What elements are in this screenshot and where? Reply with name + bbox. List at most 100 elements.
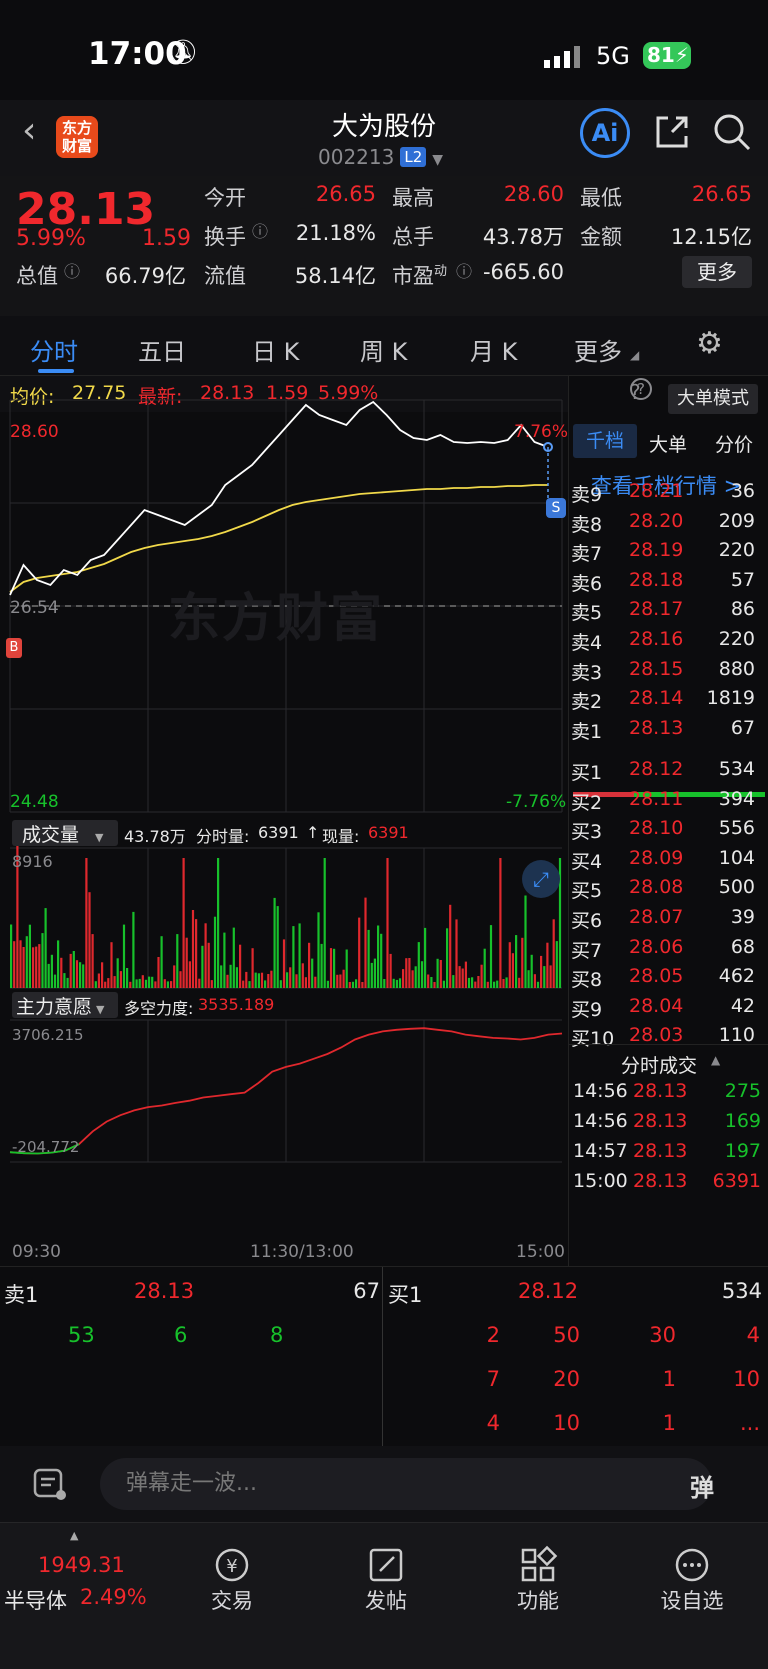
volume-bar [402,969,405,988]
bid-row[interactable]: 买4 28.09 104 [569,843,768,873]
volume-bar [298,923,301,988]
bid-volume: 500 [718,876,755,899]
bid-row[interactable]: 买1 28.12 534 [569,754,768,784]
ask-row[interactable]: 卖9 28.21 36 [569,476,768,506]
pe-info-icon[interactable]: ⓘ [456,258,472,282]
ask-price: 28.20 [629,509,684,532]
stock-code: 002213 [318,145,395,169]
bid-row[interactable]: 买6 28.07 39 [569,902,768,932]
search-icon[interactable] [712,112,752,156]
bid-price: 28.09 [629,846,684,869]
price-line [9,400,549,596]
nav-functions[interactable]: 功能 [488,1585,588,1615]
volume-bar [220,965,223,988]
tab-more[interactable]: 更多 [574,332,622,367]
volume-bar [257,973,260,988]
volume-bar [113,976,116,988]
volume-bar [151,976,154,988]
bid-row[interactable]: 买2 28.11 394 [569,784,768,814]
index-value[interactable]: 1949.31 [38,1553,125,1577]
info-icon[interactable]: ⓘ [64,258,80,282]
tab-month-k[interactable]: 月 K [470,332,517,367]
side-tab-thousand[interactable]: 千档 [573,424,637,458]
volume-bar [119,971,122,988]
corner-arrow-icon: ◢ [630,348,640,362]
ask-row[interactable]: 卖4 28.16 220 [569,624,768,654]
tab-week-k[interactable]: 周 K [360,332,407,367]
nav-post[interactable]: 发帖 [336,1585,436,1615]
ask-level-label: 卖8 [571,513,603,536]
volume-bar [282,939,286,988]
bid-row[interactable]: 买9 28.04 42 [569,991,768,1021]
ask-volume: 86 [730,598,755,621]
post-icon[interactable] [336,1545,436,1589]
functions-icon[interactable] [488,1545,588,1589]
tab-five-day[interactable]: 五日 [138,332,186,367]
ai-icon[interactable]: Ai [580,108,630,158]
ask-row[interactable]: 卖3 28.15 880 [569,654,768,684]
stock-code-row[interactable]: 002213 L2 ▼ [318,145,443,169]
watchlist-icon[interactable] [642,1545,742,1589]
ask-row[interactable]: 卖6 28.18 57 [569,565,768,595]
chevron-down-icon: ▼ [432,152,444,168]
bid-row[interactable]: 买7 28.06 68 [569,932,768,962]
volume-bar [317,912,320,988]
ask-row[interactable]: 卖8 28.20 209 [569,506,768,536]
nav-add-watchlist[interactable]: 设自选 [642,1585,742,1615]
sell-marker[interactable]: S [546,498,566,518]
ask-row[interactable]: 卖7 28.19 220 [569,535,768,565]
volume-bar [97,973,100,988]
volume-bar [373,958,376,988]
danmu-list-icon[interactable] [32,1466,68,1506]
ask-price: 28.16 [629,628,684,650]
nav-trade[interactable]: 交易 [182,1585,282,1615]
volume-bar [35,946,38,988]
ticks-header[interactable]: 分时成交 ▲ [569,1044,768,1077]
bottom-nav: ▲ 1949.31 半导体 2.49% ¥ 交易 发帖 功能 设自选 [0,1522,768,1669]
volume-bar [552,919,555,988]
ask-row[interactable]: 卖5 28.17 86 [569,594,768,625]
volume-bar [493,981,496,988]
index-pct[interactable]: 2.49% [80,1585,147,1609]
volume-bar [411,970,414,988]
volume-bar [101,962,104,988]
volume-bar [511,953,514,988]
trade-icon[interactable]: ¥ [182,1545,282,1589]
volume-bar [154,981,157,988]
index-name[interactable]: 半导体 [4,1585,67,1615]
volume-label: 总手 [392,225,434,249]
time-axis-mid: 11:30/13:00 [250,1242,354,1262]
volume-bar [392,978,395,988]
force-selector[interactable]: 主力意愿 ▼ [12,992,118,1018]
ask-level-label: 卖1 [571,720,603,743]
ask-price: 28.21 [629,480,684,502]
volume-bar [389,953,392,988]
bid-row[interactable]: 买8 28.05 462 [569,961,768,991]
bid-row[interactable]: 买3 28.10 556 [569,813,768,843]
ask-level-label: 卖5 [571,602,603,625]
volume-bar [32,947,35,988]
volume-bar [254,972,257,988]
side-tab-big[interactable]: 大单 [649,430,687,457]
volume-bar [471,977,474,988]
ask-row[interactable]: 卖1 28.13 67 [569,713,768,743]
ask-row[interactable]: 卖2 28.14 1819 [569,683,768,713]
share-icon[interactable] [652,112,692,156]
volume-selector[interactable]: 成交量 ▼ [12,820,118,846]
ask-volume: 1819 [706,687,755,710]
tab-day-k[interactable]: 日 K [252,332,299,367]
expand-icon[interactable]: ⤢ [522,860,560,898]
side-tab-price[interactable]: 分价 [715,430,753,457]
tab-intraday[interactable]: 分时 [30,332,78,367]
danmu-input[interactable]: 弹幕走一波... [100,1458,712,1510]
settings-icon[interactable]: ⚙︎ [696,326,723,361]
bid-row[interactable]: 买5 28.08 500 [569,872,768,902]
force-value: 3535.189 [198,995,275,1014]
danmu-toggle-icon[interactable]: 弹 [690,1468,714,1503]
volume-bar [75,960,79,988]
tick-time: 14:56 [573,1110,628,1132]
turnover-info-icon[interactable]: ⓘ [252,218,268,242]
buy-marker[interactable]: B [6,638,22,658]
more-button[interactable]: 更多 [682,256,752,288]
tick-price: 28.13 [633,1140,688,1162]
